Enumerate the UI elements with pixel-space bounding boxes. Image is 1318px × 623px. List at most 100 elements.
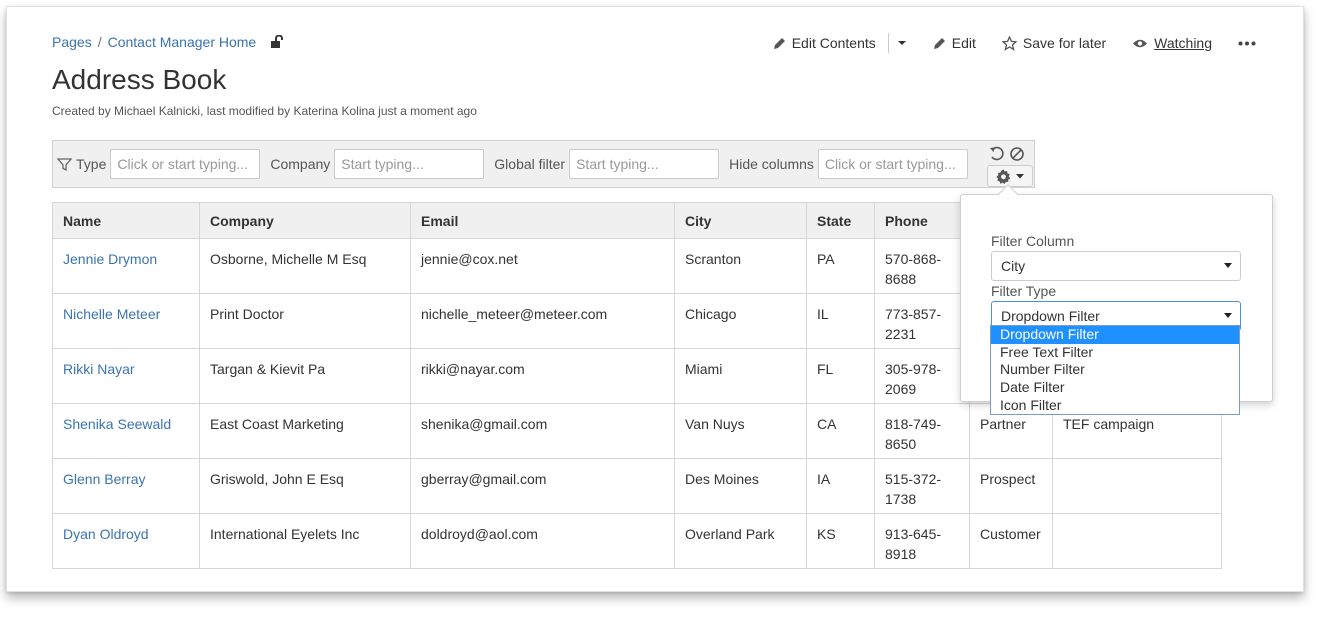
- phone-cell: 913-645-8918: [874, 513, 970, 569]
- filter-type-option[interactable]: Number Filter: [991, 361, 1239, 379]
- company-cell: Print Doctor: [199, 293, 411, 349]
- notes-cell: [1052, 513, 1222, 569]
- notes-cell: [1052, 458, 1222, 514]
- page-byline: Created by Michael Kalnicki, last modifi…: [52, 104, 477, 118]
- phone-cell: 570-868-8688: [874, 238, 970, 294]
- company-cell: Targan & Kievit Pa: [199, 348, 411, 404]
- filter-type-option[interactable]: Dropdown Filter: [991, 326, 1239, 344]
- column-header-state[interactable]: State: [806, 202, 875, 239]
- state-cell: CA: [806, 403, 875, 459]
- phone-cell: 305-978-2069: [874, 348, 970, 404]
- phone-cell: 515-372-1738: [874, 458, 970, 514]
- global-filter-input[interactable]: [569, 149, 720, 179]
- filter-type-option[interactable]: Free Text Filter: [991, 344, 1239, 362]
- email-cell: nichelle_meteer@meteer.com: [410, 293, 675, 349]
- company-filter-label: Company: [270, 156, 331, 172]
- page-title: Address Book: [52, 64, 227, 95]
- chevron-down-icon: [1224, 313, 1232, 318]
- company-cell: International Eyelets Inc: [199, 513, 411, 569]
- contact-name-link[interactable]: Glenn Berray: [52, 458, 200, 514]
- chevron-down-icon: [1224, 263, 1232, 268]
- contact-name-link[interactable]: Jennie Drymon: [52, 238, 200, 294]
- filter-column-value: City: [1001, 258, 1026, 274]
- page-actions: Edit Contents Edit Save for later Watchi…: [747, 33, 1262, 53]
- breadcrumb-pages-link[interactable]: Pages: [52, 34, 92, 50]
- edit-contents-dropdown-button[interactable]: [897, 40, 907, 46]
- breadcrumb: Pages / Contact Manager Home: [52, 34, 284, 50]
- eye-icon: [1133, 39, 1148, 47]
- type-cell: Prospect: [969, 458, 1053, 514]
- city-cell: Chicago: [674, 293, 807, 349]
- filter-type-option[interactable]: Date Filter: [991, 379, 1239, 397]
- state-cell: IA: [806, 458, 875, 514]
- pencil-icon: [933, 37, 945, 49]
- undo-icon[interactable]: [989, 146, 1005, 162]
- filter-funnel-icon: [57, 157, 72, 171]
- save-for-later-button[interactable]: Save for later: [1001, 35, 1107, 51]
- state-cell: PA: [806, 238, 875, 294]
- edit-button[interactable]: Edit: [933, 35, 976, 51]
- filter-column-select[interactable]: City: [991, 251, 1241, 281]
- settings-dropdown-button[interactable]: [987, 165, 1033, 187]
- state-cell: FL: [806, 348, 875, 404]
- contact-name-link[interactable]: Rikki Nayar: [52, 348, 200, 404]
- column-header-email[interactable]: Email: [410, 202, 675, 239]
- city-cell: Van Nuys: [674, 403, 807, 459]
- edit-contents-label: Edit Contents: [791, 35, 876, 51]
- hide-columns-filter: Hide columns: [729, 149, 968, 179]
- table-row: Glenn Berray Griswold, John E Esq gberra…: [52, 458, 1222, 514]
- contact-name-link[interactable]: Nichelle Meteer: [52, 293, 200, 349]
- email-cell: shenika@gmail.com: [410, 403, 675, 459]
- type-filter: Type: [57, 149, 261, 179]
- filter-type-value: Dropdown Filter: [1001, 308, 1100, 324]
- company-cell: Osborne, Michelle M Esq: [199, 238, 411, 294]
- chevron-down-icon: [1016, 173, 1024, 178]
- unlock-icon[interactable]: [270, 34, 284, 49]
- column-header-phone[interactable]: Phone: [874, 202, 970, 239]
- company-cell: Griswold, John E Esq: [199, 458, 411, 514]
- city-cell: Miami: [674, 348, 807, 404]
- breadcrumb-separator: /: [97, 34, 102, 50]
- state-cell: IL: [806, 293, 875, 349]
- more-icon: [1238, 41, 1256, 45]
- contact-name-link[interactable]: Shenika Seewald: [52, 403, 200, 459]
- edit-contents-button[interactable]: Edit Contents: [773, 35, 876, 51]
- star-icon: [1001, 35, 1017, 51]
- filter-bar: Type Company Global filter Hide columns: [52, 140, 1035, 188]
- hide-columns-input[interactable]: [817, 149, 968, 179]
- filter-type-options: Dropdown Filter Free Text Filter Number …: [990, 325, 1240, 416]
- company-filter-input[interactable]: [334, 149, 485, 179]
- filter-column-label: Filter Column: [991, 233, 1075, 249]
- email-cell: jennie@cox.net: [410, 238, 675, 294]
- company-cell: East Coast Marketing: [199, 403, 411, 459]
- phone-cell: 773-857-2231: [874, 293, 970, 349]
- table-row: Dyan Oldroyd International Eyelets Inc d…: [52, 513, 1222, 569]
- clear-filters-icon[interactable]: [1009, 146, 1025, 162]
- email-cell: doldroyd@aol.com: [410, 513, 675, 569]
- email-cell: gberray@gmail.com: [410, 458, 675, 514]
- city-cell: Des Moines: [674, 458, 807, 514]
- hide-columns-label: Hide columns: [729, 156, 814, 172]
- type-filter-input[interactable]: [110, 149, 261, 179]
- global-filter-label: Global filter: [494, 156, 566, 172]
- filter-type-label: Filter Type: [991, 283, 1057, 299]
- type-filter-label: Type: [76, 156, 107, 172]
- type-cell: Customer: [969, 513, 1053, 569]
- pencil-icon: [773, 37, 785, 49]
- city-cell: Scranton: [674, 238, 807, 294]
- chevron-down-icon: [897, 41, 906, 45]
- company-filter: Company: [270, 149, 485, 179]
- city-cell: Overland Park: [674, 513, 807, 569]
- breadcrumb-parent-link[interactable]: Contact Manager Home: [108, 34, 257, 50]
- watching-button[interactable]: Watching: [1132, 35, 1212, 51]
- column-header-name[interactable]: Name: [52, 202, 200, 239]
- state-cell: KS: [806, 513, 875, 569]
- more-actions-button[interactable]: [1238, 41, 1262, 46]
- save-for-later-label: Save for later: [1022, 35, 1107, 51]
- column-header-city[interactable]: City: [674, 202, 807, 239]
- column-header-company[interactable]: Company: [199, 202, 411, 239]
- phone-cell: 818-749-8650: [874, 403, 970, 459]
- contact-name-link[interactable]: Dyan Oldroyd: [52, 513, 200, 569]
- filter-type-option[interactable]: Icon Filter: [991, 397, 1239, 415]
- filter-tools: [987, 145, 1033, 187]
